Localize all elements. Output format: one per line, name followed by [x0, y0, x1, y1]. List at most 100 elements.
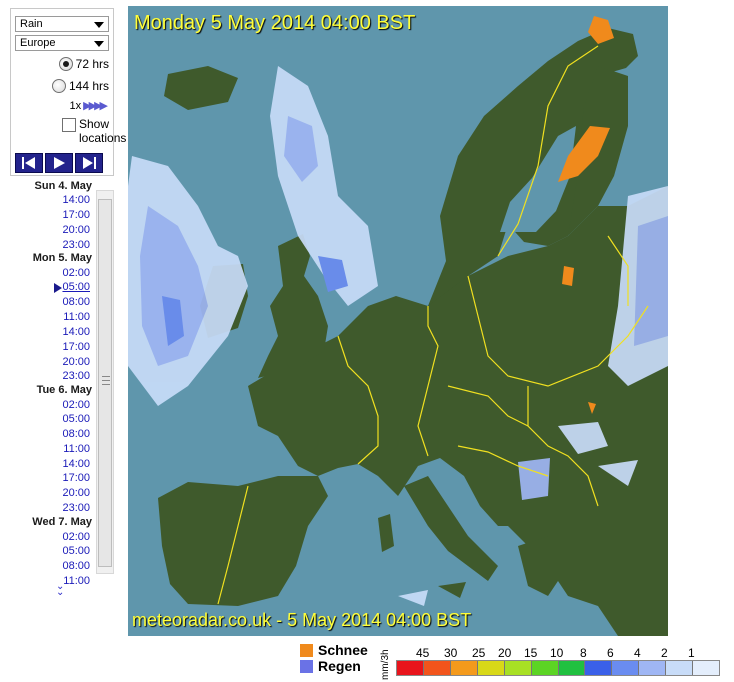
legend-color-cell [450, 661, 478, 675]
region-select[interactable]: Europe [15, 35, 109, 51]
legend-color-cell [585, 661, 613, 675]
speed-control[interactable]: 1x ▶▶▶▶ [69, 99, 108, 113]
legend-color-cell [558, 661, 586, 675]
time-link[interactable]: 17:00 [10, 472, 90, 484]
legend-value: 30 [444, 646, 458, 660]
first-icon [22, 157, 35, 169]
legend-value: 1 [688, 646, 695, 660]
speed-label: 1x [69, 99, 82, 112]
land-iceland [164, 66, 238, 110]
play-icon [54, 157, 65, 169]
rain-label: Regen [318, 658, 361, 674]
layer-select[interactable]: Rain [15, 16, 109, 32]
land-iberia [158, 476, 328, 606]
control-panel: Rain Europe 72 hrs 144 hrs 1x ▶▶▶▶ Show … [10, 8, 126, 176]
land-sardinia [378, 514, 394, 552]
time-link[interactable]: 11:00 [10, 575, 90, 587]
time-link[interactable]: 11:00 [10, 443, 90, 455]
map-footer: meteoradar.co.uk - 5 May 2014 04:00 BST [132, 610, 472, 630]
last-frame-button[interactable] [75, 153, 103, 173]
snow-label: Schnee [318, 642, 368, 658]
first-frame-button[interactable] [15, 153, 43, 173]
app-root: Rain Europe 72 hrs 144 hrs 1x ▶▶▶▶ Show … [0, 0, 734, 682]
legend-value: 8 [580, 646, 587, 660]
chevron-down-icon [94, 41, 104, 47]
legend-color-cell [504, 661, 532, 675]
map-graphic [128, 16, 668, 636]
day-header: Tue 6. May [36, 384, 92, 396]
legend-color-cell [693, 661, 720, 675]
show-locations-checkbox[interactable] [62, 118, 76, 132]
legend-color-cell [531, 661, 559, 675]
time-link[interactable]: 05:00 [10, 545, 90, 557]
legend-color-cell [477, 661, 505, 675]
legend-value: 4 [634, 646, 641, 660]
show-locations-label-line1: Show [79, 117, 110, 131]
region-select-value: Europe [20, 37, 56, 49]
timeline-scrollbar[interactable] [96, 190, 114, 574]
time-link[interactable]: 14:00 [10, 326, 90, 338]
time-link[interactable]: 17:00 [10, 209, 90, 221]
legend-value: 2 [661, 646, 668, 660]
range-option-72[interactable]: 72 hrs [58, 55, 109, 73]
day-header: Mon 5. May [32, 252, 92, 264]
time-link[interactable]: 08:00 [10, 428, 90, 440]
last-icon [83, 157, 96, 169]
legend-value: 15 [524, 646, 538, 660]
animation-player [15, 153, 105, 173]
snow-baltic [562, 266, 574, 286]
chevron-down-icon [94, 22, 104, 28]
time-link[interactable]: 20:00 [10, 487, 90, 499]
time-link[interactable]: 02:00 [10, 399, 90, 411]
radar-map[interactable]: Monday 5 May 2014 04:00 BST meteoradar.c… [128, 6, 668, 636]
legend-value: 6 [607, 646, 614, 660]
layer-select-value: Rain [20, 18, 43, 30]
time-link[interactable]: 23:00 [10, 370, 90, 382]
time-link[interactable]: 05:00 [10, 413, 90, 425]
time-link[interactable]: 08:00 [10, 296, 90, 308]
legend-value: 20 [498, 646, 512, 660]
time-link[interactable]: 20:00 [10, 356, 90, 368]
time-link[interactable]: 20:00 [10, 224, 90, 236]
time-link[interactable]: 08:00 [10, 560, 90, 572]
legend-color-cell [397, 661, 424, 675]
double-chevron-down-icon[interactable]: ⌄ ⌄ [56, 582, 64, 598]
rain-swatch [300, 660, 313, 673]
legend-color-cell [639, 661, 667, 675]
time-link[interactable]: 02:00 [10, 267, 90, 279]
legend-unit: mm/3h [380, 649, 391, 680]
time-link-current[interactable]: 05:00 [10, 281, 90, 293]
time-link[interactable]: 23:00 [10, 239, 90, 251]
rain-russia-mid [634, 216, 668, 346]
rain-med [398, 590, 428, 606]
time-link[interactable]: 14:00 [10, 458, 90, 470]
legend-colorbar [396, 660, 720, 676]
scrollbar-thumb[interactable] [98, 199, 112, 567]
legend-color-cell [666, 661, 694, 675]
land-sicily [438, 582, 466, 598]
time-link[interactable]: 14:00 [10, 194, 90, 206]
time-link[interactable]: 11:00 [10, 311, 90, 323]
snow-swatch [300, 644, 313, 657]
show-locations-label-line2: locations [79, 131, 127, 145]
grip-icon [102, 376, 110, 385]
rain-balkan-2 [518, 458, 550, 500]
show-locations-toggle[interactable]: Show locations [62, 117, 126, 145]
day-header: Sun 4. May [34, 180, 92, 192]
radio-button[interactable] [51, 79, 66, 93]
land-masses [158, 28, 668, 636]
legend-color-cell [423, 661, 451, 675]
time-link[interactable]: 23:00 [10, 502, 90, 514]
play-button[interactable] [45, 153, 73, 173]
time-link[interactable]: 17:00 [10, 341, 90, 353]
legend-color-cell [612, 661, 640, 675]
time-link[interactable]: 02:00 [10, 531, 90, 543]
legend-value: 25 [472, 646, 486, 660]
timeline-list: Sun 4. May 14:00 17:00 20:00 23:00 Mon 5… [10, 178, 114, 600]
day-header: Wed 7. May [32, 516, 92, 528]
range-option-144[interactable]: 144 hrs [51, 77, 109, 95]
radio-button-checked[interactable] [58, 57, 73, 71]
fast-forward-icon: ▶▶▶▶ [83, 100, 108, 112]
map-title: Monday 5 May 2014 04:00 BST [134, 12, 416, 34]
legend-value: 45 [416, 646, 430, 660]
